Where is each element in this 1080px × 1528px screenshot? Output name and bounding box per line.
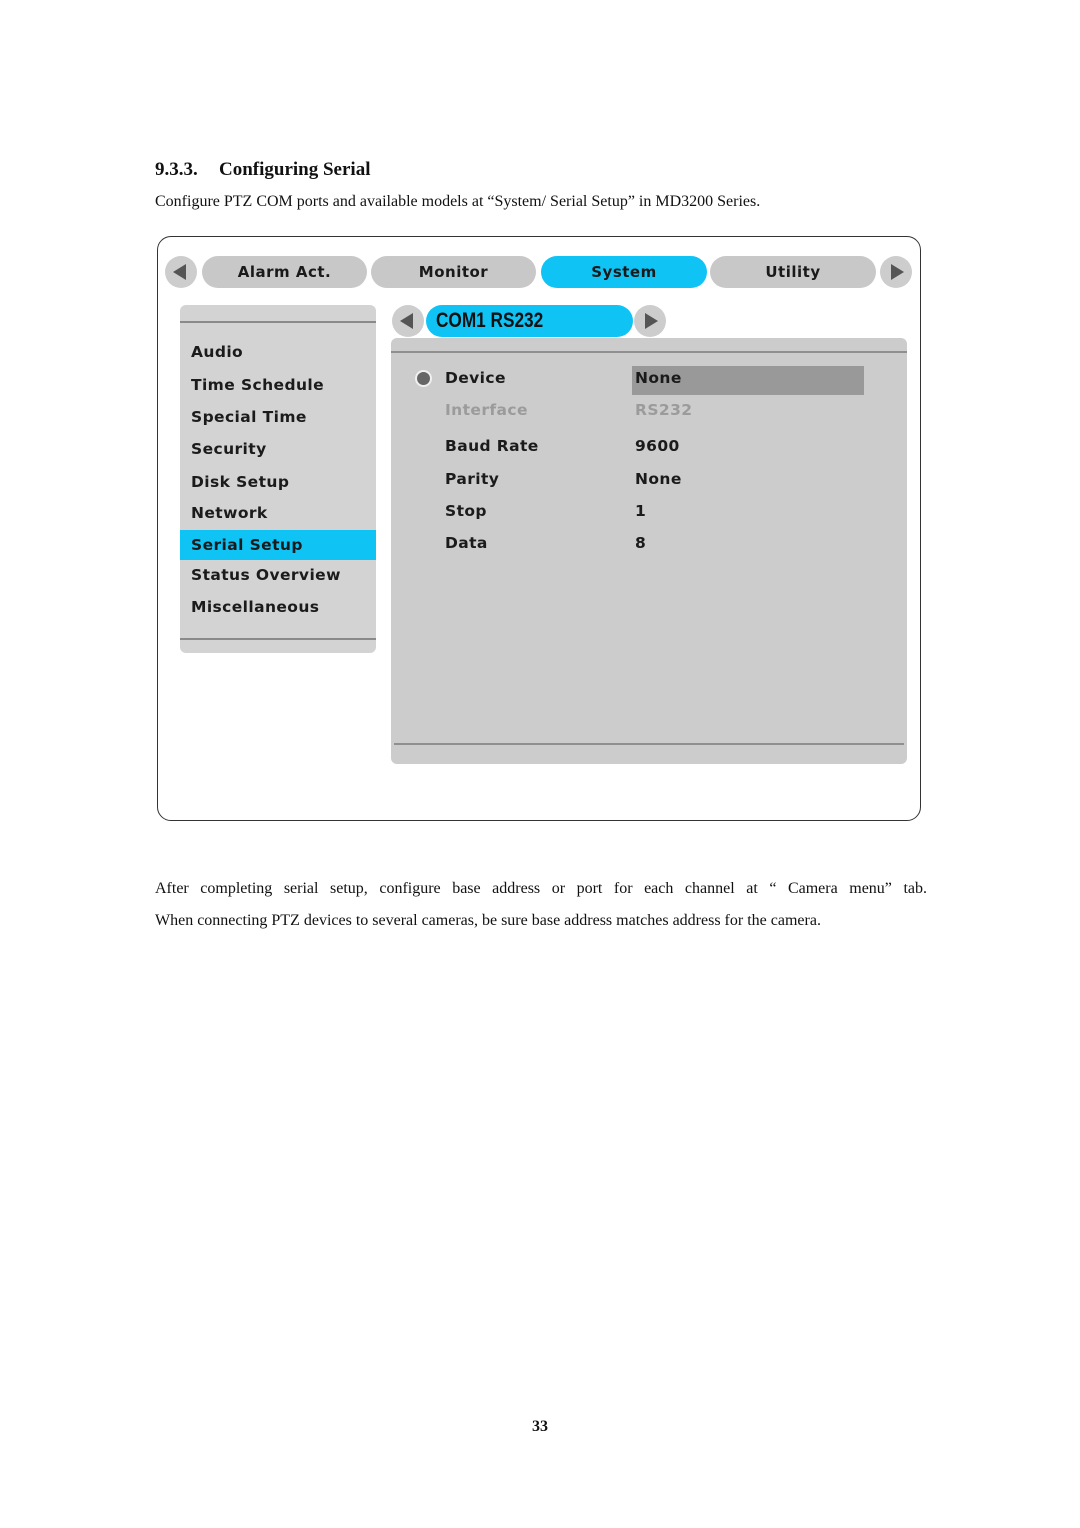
sidebar-item-security[interactable]: Security [180, 434, 376, 464]
arrow-left-icon [400, 313, 413, 329]
radio-dot-icon [415, 370, 432, 387]
sidebar-item-audio[interactable]: Audio [180, 337, 376, 367]
prev-tab-button[interactable] [165, 256, 197, 288]
sidebar-menu: Audio Time Schedule Special Time Securit… [180, 305, 376, 653]
page-number: 33 [532, 1418, 548, 1435]
device-value[interactable]: None [635, 369, 682, 387]
sidebar-divider-top [180, 321, 376, 323]
next-tab-button[interactable] [880, 256, 912, 288]
body-paragraph-1: After completing serial setup, configure… [155, 880, 927, 897]
serial-settings-panel: Device None Interface RS232 Baud Rate 96… [391, 338, 907, 764]
sidebar-item-miscellaneous[interactable]: Miscellaneous [180, 592, 376, 622]
interface-label: Interface [445, 401, 528, 419]
device-label: Device [445, 369, 506, 387]
prev-port-button[interactable] [392, 305, 424, 337]
arrow-right-icon [645, 313, 658, 329]
stop-label: Stop [445, 502, 487, 520]
intro-paragraph: Configure PTZ COM ports and available mo… [155, 193, 761, 210]
panel-divider-bottom [394, 743, 904, 745]
data-bits-value[interactable]: 8 [635, 534, 646, 552]
tab-alarm-act[interactable]: Alarm Act. [202, 256, 367, 288]
port-selector-label: COM1 RS232 [436, 309, 544, 332]
arrow-left-icon [173, 264, 186, 280]
arrow-right-icon [891, 264, 904, 280]
tab-system[interactable]: System [541, 256, 707, 288]
data-bits-label: Data [445, 534, 488, 552]
sidebar-item-time-schedule[interactable]: Time Schedule [180, 370, 376, 400]
sidebar-item-status-overview[interactable]: Status Overview [180, 560, 376, 590]
parity-label: Parity [445, 470, 500, 488]
sidebar-item-network[interactable]: Network [180, 498, 376, 528]
parity-value[interactable]: None [635, 470, 682, 488]
baud-rate-label: Baud Rate [445, 437, 539, 455]
next-port-button[interactable] [634, 305, 666, 337]
sidebar-item-special-time[interactable]: Special Time [180, 402, 376, 432]
sidebar-divider-bottom [180, 638, 376, 640]
stop-value[interactable]: 1 [635, 502, 646, 520]
interface-value: RS232 [635, 401, 693, 419]
section-number: 9.3.3. [155, 159, 198, 180]
body-paragraph-2: When connecting PTZ devices to several c… [155, 912, 821, 929]
tab-utility[interactable]: Utility [710, 256, 876, 288]
section-title: Configuring Serial [219, 159, 371, 180]
sidebar-item-serial-setup[interactable]: Serial Setup [180, 530, 376, 560]
panel-divider-top [391, 351, 907, 353]
baud-rate-value[interactable]: 9600 [635, 437, 680, 455]
section-heading: 9.3.3. Configuring Serial [155, 159, 370, 181]
port-selector[interactable]: COM1 RS232 [426, 305, 633, 337]
sidebar-item-disk-setup[interactable]: Disk Setup [180, 467, 376, 497]
tab-monitor[interactable]: Monitor [371, 256, 536, 288]
